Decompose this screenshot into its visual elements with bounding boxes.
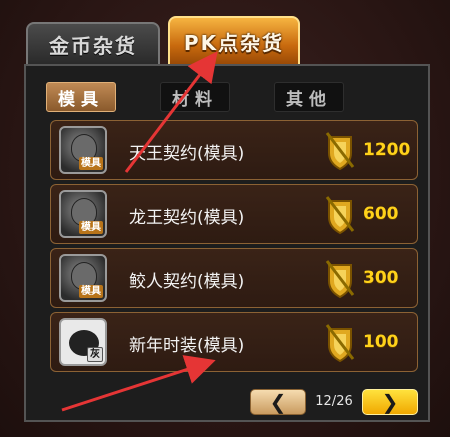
subtab-mold[interactable]: 模具 xyxy=(46,82,116,112)
longwang-portrait-icon: 模具 xyxy=(59,190,107,238)
tab-gold-goods[interactable]: 金币杂货 xyxy=(26,22,160,64)
mold-tag: 灰 xyxy=(87,347,103,362)
shop-item-row[interactable]: 模具 龙王契约(模具) 600 xyxy=(50,184,418,244)
gold-shield-sword-icon xyxy=(325,324,355,363)
item-price: 100 xyxy=(363,332,399,352)
item-name: 新年时装(模具) xyxy=(129,336,245,356)
item-price: 1200 xyxy=(363,140,411,160)
shop-item-row[interactable]: 灰 新年时装(模具) 100 xyxy=(50,312,418,372)
mold-tag: 模具 xyxy=(79,285,103,298)
next-page-button[interactable]: ❯ xyxy=(362,389,418,415)
item-name: 鲛人契约(模具) xyxy=(129,272,245,292)
new-year-costume-icon: 灰 xyxy=(59,318,107,366)
shop-item-row[interactable]: 模具 鲛人契约(模具) 300 xyxy=(50,248,418,308)
item-name: 天王契约(模具) xyxy=(129,144,245,164)
page-indicator: 12/26 xyxy=(315,394,353,409)
gold-shield-sword-icon xyxy=(325,260,355,299)
prev-page-button[interactable]: ❮ xyxy=(250,389,306,415)
item-price: 300 xyxy=(363,268,399,288)
item-price: 600 xyxy=(363,204,399,224)
tianwang-portrait-icon: 模具 xyxy=(59,126,107,174)
jiaoren-portrait-icon: 模具 xyxy=(59,254,107,302)
subtab-other[interactable]: 其他 xyxy=(274,82,344,112)
subtab-material[interactable]: 材料 xyxy=(160,82,230,112)
tab-pk-goods[interactable]: PK点杂货 xyxy=(168,16,300,64)
gold-shield-sword-icon xyxy=(325,132,355,171)
mold-tag: 模具 xyxy=(79,221,103,234)
item-name: 龙王契约(模具) xyxy=(129,208,245,228)
mold-tag: 模具 xyxy=(79,157,103,170)
gold-shield-sword-icon xyxy=(325,196,355,235)
shop-item-row[interactable]: 模具 天王契约(模具) 1200 xyxy=(50,120,418,180)
